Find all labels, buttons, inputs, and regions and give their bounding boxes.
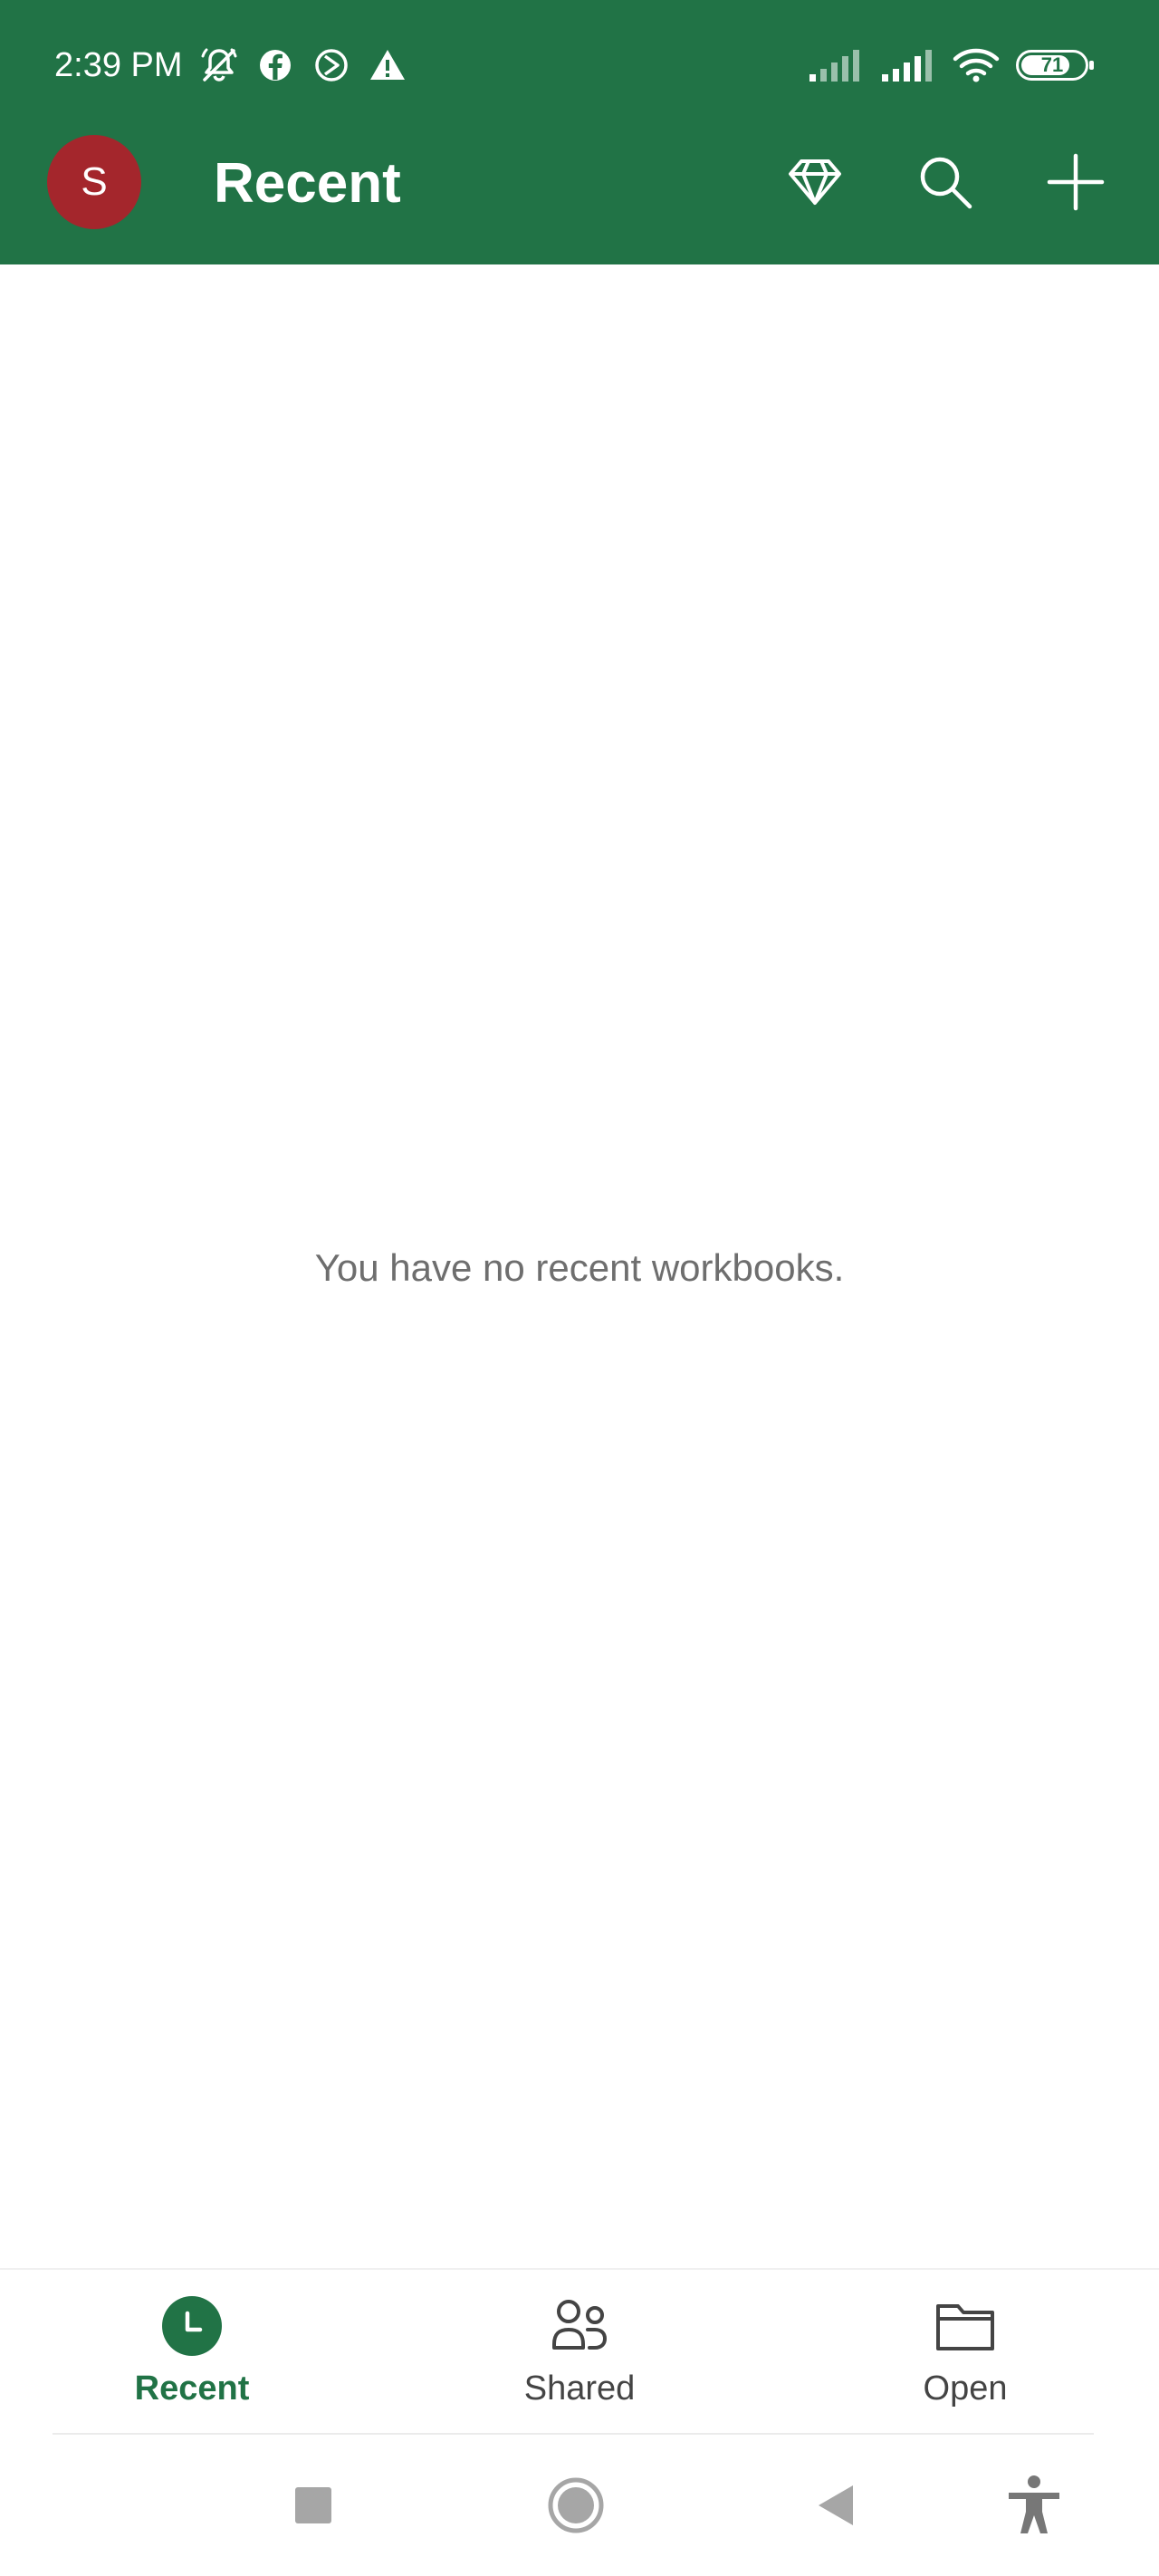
- battery-icon: 71: [1016, 50, 1094, 81]
- nav-shared-label: Shared: [523, 2369, 636, 2408]
- warning-icon: [370, 50, 405, 80]
- nav-open-label: Open: [923, 2369, 1008, 2408]
- system-navigation-bar: [0, 2437, 1159, 2576]
- media-player-icon: [315, 49, 348, 82]
- system-recents-button[interactable]: [279, 2471, 348, 2540]
- folder-icon: [933, 2293, 998, 2359]
- add-icon: [1047, 153, 1105, 211]
- nav-recent-label: Recent: [134, 2369, 250, 2408]
- account-avatar[interactable]: S: [47, 135, 141, 229]
- avatar-initial: S: [81, 159, 108, 204]
- back-triangle-icon: [819, 2485, 853, 2525]
- status-time: 2:39 PM: [54, 46, 183, 84]
- recents-square-icon: [295, 2487, 331, 2523]
- wifi-icon: [953, 48, 1000, 82]
- status-bar: 2:39 PM 71: [0, 0, 1159, 131]
- battery-level: 71: [1040, 53, 1064, 76]
- accessibility-icon: [1009, 2475, 1059, 2533]
- cell-signal-2-icon: [882, 50, 932, 82]
- search-button[interactable]: [900, 137, 991, 227]
- premium-diamond-icon: [789, 159, 841, 205]
- bottom-navigation: Recent Shared Open: [0, 2268, 1159, 2435]
- system-home-button[interactable]: [541, 2471, 610, 2540]
- excel-recent-screen: 2:39 PM 71 S Recent You have no recent w…: [0, 0, 1159, 2576]
- cell-signal-1-icon: [809, 50, 859, 82]
- nav-recent[interactable]: Recent: [83, 2293, 301, 2420]
- system-accessibility-button[interactable]: [1000, 2471, 1068, 2540]
- facebook-icon: [260, 50, 291, 81]
- recent-clock-icon: [159, 2293, 225, 2359]
- status-system-icons: 71: [808, 42, 1094, 89]
- system-back-button[interactable]: [800, 2471, 869, 2540]
- home-circle-icon: [548, 2477, 604, 2533]
- status-notification-icons: [197, 42, 409, 89]
- shared-people-icon: [547, 2293, 612, 2359]
- nav-shared[interactable]: Shared: [471, 2293, 688, 2420]
- header: 2:39 PM 71 S Recent: [0, 0, 1159, 264]
- empty-state-message: You have no recent workbooks.: [314, 1246, 845, 1289]
- nav-open[interactable]: Open: [857, 2293, 1074, 2420]
- notifications-muted-icon: [201, 48, 237, 82]
- premium-button[interactable]: [770, 137, 860, 227]
- add-button[interactable]: [1030, 137, 1121, 227]
- nav-divider: [53, 2433, 1094, 2435]
- search-icon: [920, 157, 972, 209]
- page-title: Recent: [214, 152, 401, 215]
- app-bar: S Recent: [0, 131, 1159, 264]
